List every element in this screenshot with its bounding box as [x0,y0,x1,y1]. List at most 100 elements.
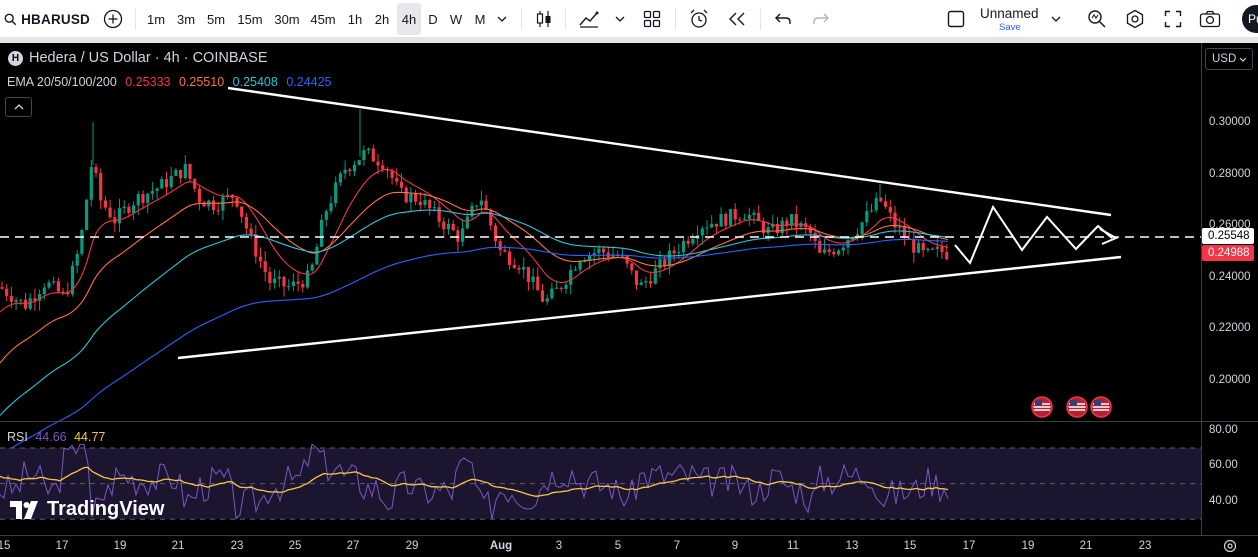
candle-body [155,188,159,192]
candle-body [371,148,375,162]
legend-collapse-button[interactable] [5,97,32,117]
economic-event-us-flag-icon[interactable] [1031,396,1053,418]
time-axis-label: 23 [1138,540,1152,552]
economic-event-us-flag-icon[interactable] [1066,396,1088,418]
candle-body [884,201,888,207]
candle-body [832,251,836,255]
candle-body [423,200,427,205]
candle-body [315,246,319,265]
candle-body [747,214,751,219]
candle-body [117,208,122,224]
candle-body [559,287,563,290]
candle-body [724,213,728,226]
candle-body [409,193,413,203]
ema-200-value: 0.24425 [286,75,332,89]
candle-body [733,209,737,220]
candle-body [658,259,662,269]
candle-body [916,243,921,253]
candle-body [56,281,60,292]
candle-body [127,206,131,214]
candle-body [550,288,554,299]
candle-body [296,281,300,284]
time-axis-label: 11 [787,540,799,552]
price-axis-label: 0.22000 [1209,322,1251,334]
candle-body [602,248,606,253]
candle-body [456,230,460,242]
candle-body [395,178,399,182]
candle-body [240,206,244,217]
ema-200-line [0,238,949,456]
candle-body [555,287,559,289]
price-axis-label: 0.28000 [1209,168,1251,180]
candle-body [132,205,136,214]
candle-body [183,163,187,179]
candle-body [160,179,164,189]
chart-legend-title[interactable]: H Hedera / US Dollar · 4h · COINBASE [8,50,268,66]
candle-body [479,200,483,206]
candle-body [940,246,944,252]
hedera-logo-icon: H [8,50,23,66]
time-axis-settings-button[interactable] [1220,537,1240,555]
candle-body [258,256,263,262]
candle-body [743,218,747,220]
time-axis-label: 7 [673,540,681,552]
candle-body [869,210,874,212]
candle-body [89,167,93,200]
candle-body [780,220,784,234]
candle-body [367,148,371,151]
candle-body [291,281,295,286]
candle-body [437,207,441,222]
price-axis-label: 0.20000 [1209,374,1251,386]
candle-body [898,226,902,228]
ema-lines [0,168,949,456]
candle-body [888,206,892,213]
candle-body [146,193,150,203]
candle-body [85,199,89,230]
time-axis-border [0,535,1258,536]
candle-body [639,282,643,286]
candle-body [14,300,18,302]
candle-body [841,247,845,251]
candle-body [526,266,530,283]
price-axis-label: 0.30000 [1209,116,1251,128]
candle-body [653,268,657,284]
candle-body [766,227,770,234]
pane-divider[interactable] [0,421,1258,422]
candle-body [644,281,648,283]
candle-body [320,219,324,247]
ema-legend[interactable]: EMA 20/50/100/200 0.25333 0.25510 0.2540… [7,75,337,89]
candle-body [0,287,4,289]
time-axis-label: 17 [55,540,69,552]
user-drawings [0,86,1201,360]
economic-event-us-flag-icon[interactable] [1090,396,1112,418]
symbol-description: Hedera / US Dollar · 4h · COINBASE [29,50,268,66]
candle-body [244,216,248,229]
time-axis-label: 23 [230,540,244,552]
candle-body [573,269,577,271]
candle-body [710,223,714,228]
candle-body [451,223,455,231]
rsi-pane [0,443,1201,520]
candle-body [150,191,154,194]
rsi-axis-label: 80.00 [1209,424,1238,436]
currency-select[interactable]: USD [1205,48,1253,70]
candle-body [42,287,46,295]
candle-body [578,261,582,270]
ema-100-line [0,209,949,416]
candle-body [164,179,169,188]
candle-body [141,194,145,203]
candle-body [630,263,634,271]
candle-body [310,264,314,271]
rsi-legend[interactable]: RSI 44.66 44.77 [7,430,109,444]
candle-body [461,228,465,242]
candle-body [536,276,540,291]
candle-body [216,210,220,212]
candle-body [348,169,352,172]
candle-body [432,207,436,209]
candle-body [649,281,653,284]
candle-body [945,251,949,259]
rsi-axis-label: 40.00 [1209,495,1238,507]
price-axis-border [1201,43,1202,535]
candle-body [442,221,446,230]
candle-body [860,222,864,235]
